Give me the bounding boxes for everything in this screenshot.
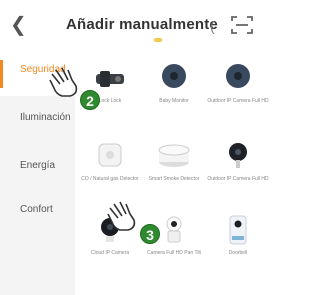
sidebar-item-label: Energía	[20, 160, 56, 171]
device-label: Baby Monitor	[159, 98, 189, 104]
doorbell-camera-icon	[218, 214, 258, 246]
baby-monitor-icon	[154, 62, 194, 94]
gas-detector-icon	[90, 140, 130, 172]
device-label: Doorbell	[228, 250, 248, 256]
sidebar-item-lighting[interactable]: Iluminación	[0, 112, 75, 124]
device-label: Cloud IP Camera	[90, 250, 130, 256]
sidebar-item-comfort[interactable]: Confort	[0, 204, 75, 216]
device-tile[interactable]: Smart Smoke Detector	[142, 134, 206, 204]
outdoor-camera-icon	[218, 62, 258, 94]
device-label: CO / Natural gas Detector	[81, 176, 139, 182]
step-badge: 2	[80, 90, 100, 110]
sidebar-item-energy[interactable]: Energía	[0, 160, 75, 172]
device-label: Outdoor IP Camera Full HD	[207, 176, 269, 182]
device-label: Camera Full HD Pan Tilt	[147, 250, 201, 256]
title-underline-accent	[154, 38, 162, 42]
device-label: Smart Smoke Detector	[148, 176, 200, 182]
scan-icon[interactable]	[230, 14, 254, 36]
device-tile[interactable]: CO / Natural gas Detector	[78, 134, 142, 204]
chevron-left-icon[interactable]: ❮	[10, 14, 30, 36]
sidebar-item-label: Confort	[20, 204, 53, 215]
device-tile[interactable]: Outdoor IP Camera Full HD	[206, 56, 270, 126]
device-grid: Lock Lock Baby Monitor Outdoor IP Camera…	[78, 56, 270, 295]
pan-tilt-camera-icon	[154, 214, 194, 246]
pointing-hand-icon	[104, 200, 144, 234]
device-tile[interactable]: Outdoor IP Camera Full HD	[206, 134, 270, 204]
sidebar-item-label: Iluminación	[20, 112, 71, 123]
header-separator: (	[210, 18, 215, 34]
device-label: Outdoor IP Camera Full HD	[207, 98, 269, 104]
step-badge: 3	[140, 224, 160, 244]
outdoor-camera-icon	[218, 140, 258, 172]
active-indicator	[0, 60, 3, 88]
device-tile[interactable]: Baby Monitor	[142, 56, 206, 126]
page-title: Añadir manualmente	[66, 16, 218, 33]
device-tile[interactable]: Doorbell	[206, 208, 270, 278]
header-bar: ❮ Añadir manualmente (	[0, 0, 270, 52]
smoke-detector-icon	[154, 140, 194, 172]
smart-lock-icon	[90, 62, 130, 94]
